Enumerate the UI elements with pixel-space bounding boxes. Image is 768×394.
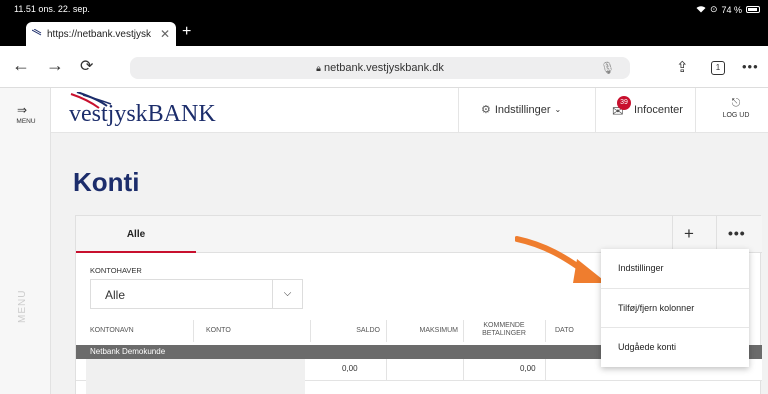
logout-button[interactable]: ⎋ LOG UD [716,97,756,119]
infocenter-button[interactable]: ✉ 39 Infocenter [612,96,683,118]
column-divider [386,359,387,381]
dropdown-item-columns[interactable]: Tilføj/fjern kolonner [601,288,749,327]
lock-icon: 🔒︎ [316,62,321,73]
header-divider [458,88,459,133]
column-header-account-name[interactable]: KONTONAVN [90,315,134,345]
battery-percent: 74 % [721,4,742,15]
status-time: 11.51 ons. 22. sep. [14,4,90,14]
column-header-balance[interactable]: SALDO [310,315,380,345]
more-actions-button[interactable]: ••• [728,225,746,241]
menu-icon[interactable]: ⇒ [17,103,27,117]
header-divider [595,88,596,133]
tabbar-divider [716,216,717,253]
account-owner-label: KONTOHAVER [90,266,142,275]
column-divider [463,359,464,381]
microphone-icon[interactable]: 🎙︎ [600,61,615,75]
bank-header: vestjyskBANK ⚙ Indstillinger ⌄ ✉ 39 Info… [51,88,768,133]
reload-icon[interactable]: ⟳ [80,56,93,76]
column-header-upcoming-payments[interactable]: KOMMENDE BETALINGER [463,315,545,345]
infocenter-label: Infocenter [634,104,683,116]
tab-all[interactable]: Alle [76,216,196,253]
more-options-icon[interactable]: ••• [742,59,759,74]
settings-label: Indstillinger [494,103,551,116]
infocenter-icon-wrap: ✉ 39 [612,96,631,118]
forward-icon[interactable]: → [46,55,64,76]
vestjysk-logo[interactable]: vestjyskBANK [69,92,216,128]
side-menu: ⇒ MENU MENU [0,88,51,394]
redacted-account-area [86,359,305,394]
settings-menu[interactable]: ⚙ Indstillinger ⌄ [481,103,562,117]
notification-badge: 39 [617,96,631,110]
chevron-down-icon[interactable]: ⌵ [272,280,302,308]
status-bar: 11.51 ons. 22. sep. ⊙ 74 % https://netba… [0,0,768,46]
address-bar[interactable]: 🔒︎ netbank.vestjyskbank.dk [130,57,630,79]
column-header-maximum[interactable]: MAKSIMUM [386,315,459,345]
column-header-account[interactable]: KONTO [206,315,231,345]
cell-upcoming: 0,00 [520,364,536,373]
status-indicators: ⊙ 74 % [696,4,760,15]
account-owner-select[interactable]: Alle ⌵ [90,279,303,309]
vestjysk-favicon-icon [31,28,42,40]
close-tab-icon[interactable]: ✕ [160,27,170,41]
column-divider [545,359,546,381]
account-owner-value: Alle [105,288,126,302]
logout-icon: ⎋ [731,97,741,109]
add-button[interactable]: + [684,224,694,244]
pointer-arrow-icon [515,236,607,283]
browser-toolbar: ← → ⟳ 🔒︎ netbank.vestjyskbank.dk 🎙︎ ⇪ 1 … [0,46,768,88]
tabs-overview-button[interactable]: 1 [711,61,725,75]
page-title: Konti [73,167,140,197]
logout-label: LOG UD [722,112,750,119]
accounts-tabbar: Alle + ••• [76,216,762,253]
back-icon[interactable]: ← [12,55,30,76]
tab-title: https://netbank.vestjysk [47,28,151,40]
column-divider [545,320,546,342]
battery-icon [746,6,760,13]
bird-logo-icon [70,92,112,109]
header-divider [695,88,696,133]
new-tab-button[interactable]: + [182,23,191,41]
share-icon[interactable]: ⇪ [676,58,689,76]
chevron-down-icon: ⌄ [554,105,562,114]
tabbar-divider [672,216,673,253]
url-text: netbank.vestjyskbank.dk [323,62,444,74]
menu-vertical-label[interactable]: MENU [17,290,28,323]
dropdown-item-expired-accounts[interactable]: Udgåede konti [601,327,749,366]
more-actions-dropdown: Indstillinger Tilføj/fjern kolonner Udgå… [601,249,749,367]
gear-icon: ⚙ [481,104,491,116]
column-divider [193,320,194,342]
dropdown-item-settings[interactable]: Indstillinger [601,249,749,288]
wifi-icon [696,5,706,15]
orientation-lock-icon: ⊙ [709,4,718,14]
column-header-date[interactable]: DATO [555,315,574,345]
browser-tab[interactable]: https://netbank.vestjysk ✕ [26,22,176,46]
cell-balance: 0,00 [342,364,358,373]
account-group-label: Netbank Demokunde [90,347,166,356]
menu-label[interactable]: MENU [6,118,46,125]
